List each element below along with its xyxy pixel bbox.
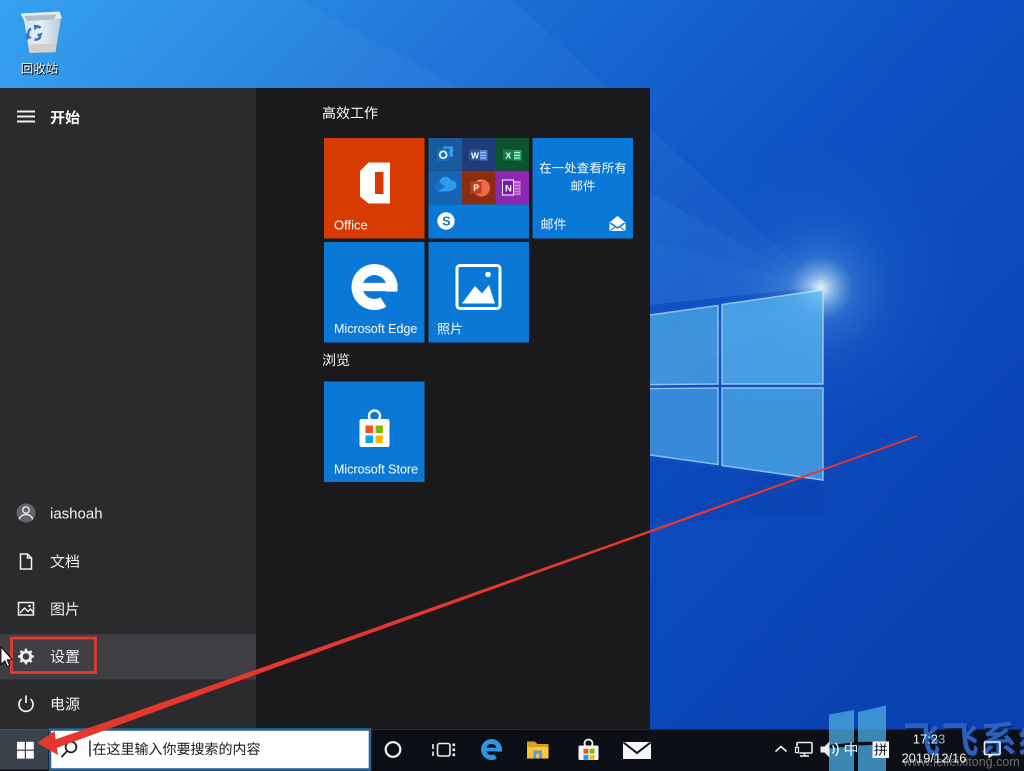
svg-text:X: X <box>506 151 512 161</box>
svg-text:N: N <box>505 184 512 195</box>
svg-text:P: P <box>473 183 479 193</box>
svg-text:S: S <box>442 215 450 229</box>
svg-text:17:23: 17:23 <box>913 732 946 747</box>
svg-text:Microsoft Store: Microsoft Store <box>334 463 418 477</box>
svg-text:2019/12/16: 2019/12/16 <box>901 751 966 766</box>
svg-text:W: W <box>471 151 480 161</box>
svg-text:iashoah: iashoah <box>50 506 103 523</box>
svg-text:Microsoft Edge: Microsoft Edge <box>334 322 417 336</box>
svg-text:Office: Office <box>334 218 368 233</box>
